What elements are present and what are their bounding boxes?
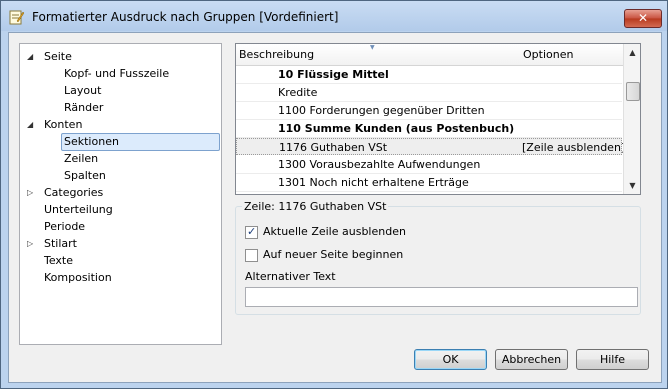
tree-item-sektionen[interactable]: Sektionen — [61, 133, 220, 151]
cancel-button[interactable]: Abbrechen — [495, 349, 568, 370]
tree-item-raender[interactable]: Ränder — [64, 100, 103, 116]
title-bar[interactable]: Formatierter Ausdruck nach Gruppen [Vord… — [1, 1, 667, 31]
tree-item-konten[interactable]: ◢ Konten — [20, 117, 220, 133]
dialog-window: Formatierter Ausdruck nach Gruppen [Vord… — [0, 0, 668, 389]
tree-item-zeilen[interactable]: Zeilen — [64, 151, 98, 167]
window-title: Formatierter Ausdruck nach Gruppen [Vord… — [32, 10, 339, 24]
table-row[interactable]: 1301 Noch nicht erhaltene Erträge — [236, 174, 622, 192]
tree-item-categories[interactable]: ▷ Categories — [20, 185, 220, 201]
help-button[interactable]: Hilfe — [576, 349, 649, 370]
close-icon: ✕ — [637, 11, 649, 25]
scroll-thumb[interactable] — [626, 82, 640, 101]
tree-item-stilart[interactable]: ▷ Stilart — [20, 236, 220, 252]
checkmark-icon: ✓ — [247, 225, 257, 238]
settings-tree: ◢ Seite Kopf- und Fusszeile Layout Rände… — [19, 43, 222, 345]
report-icon — [9, 10, 24, 25]
collapse-arrow-icon[interactable]: ◢ — [27, 49, 37, 65]
table-row[interactable]: 10 Flüssige Mittel — [236, 66, 622, 84]
tree-item-layout[interactable]: Layout — [64, 83, 101, 99]
table-row[interactable]: 1300 Vorausbezahlte Aufwendungen — [236, 156, 622, 174]
tree-item-kopf-fusszeile[interactable]: Kopf- und Fusszeile — [64, 66, 169, 82]
expand-arrow-icon[interactable]: ▷ — [27, 185, 37, 201]
tree-item-spalten[interactable]: Spalten — [64, 168, 106, 184]
column-header-options[interactable]: Optionen — [519, 44, 625, 66]
tree-item-seite[interactable]: ◢ Seite — [20, 49, 220, 65]
tree-item-unterteilung[interactable]: Unterteilung — [44, 202, 113, 218]
table-row[interactable]: Kredite — [236, 84, 622, 102]
vertical-scrollbar[interactable]: ▲ ▼ — [623, 44, 640, 194]
new-page-label: Auf neuer Seite beginnen — [263, 248, 404, 261]
alt-text-label: Alternativer Text — [245, 270, 336, 283]
tree-item-texte[interactable]: Texte — [44, 253, 73, 269]
scroll-down-icon[interactable]: ▼ — [624, 177, 640, 194]
dialog-client: ◢ Seite Kopf- und Fusszeile Layout Rände… — [8, 32, 662, 383]
table-row[interactable]: 1100 Forderungen gegenüber Dritten — [236, 102, 622, 120]
table-row[interactable]: 110 Summe Kunden (aus Postenbuch) — [236, 120, 622, 138]
row-settings-title: Zeile: 1176 Guthaben VSt — [242, 200, 389, 213]
close-button[interactable]: ✕ — [624, 9, 662, 28]
collapse-arrow-icon[interactable]: ◢ — [27, 117, 37, 133]
tree-item-komposition[interactable]: Komposition — [44, 270, 112, 286]
ok-button[interactable]: OK — [414, 349, 487, 370]
sections-grid: Beschreibung ▼ Optionen 10 Flüssige Mitt… — [235, 43, 641, 195]
tree-item-periode[interactable]: Periode — [44, 219, 85, 235]
alt-text-input[interactable] — [245, 287, 638, 307]
column-header-description[interactable]: Beschreibung ▼ — [236, 44, 520, 66]
checkbox-box[interactable] — [245, 249, 258, 262]
table-row-selected[interactable]: 1176 Guthaben VSt [Zeile ausblenden] — [236, 138, 625, 155]
scroll-up-icon[interactable]: ▲ — [624, 44, 640, 61]
sort-indicator-icon: ▼ — [370, 44, 375, 51]
hide-row-label: Aktuelle Zeile ausblenden — [263, 225, 406, 238]
checkbox-box[interactable]: ✓ — [245, 225, 258, 239]
expand-arrow-icon[interactable]: ▷ — [27, 236, 37, 252]
